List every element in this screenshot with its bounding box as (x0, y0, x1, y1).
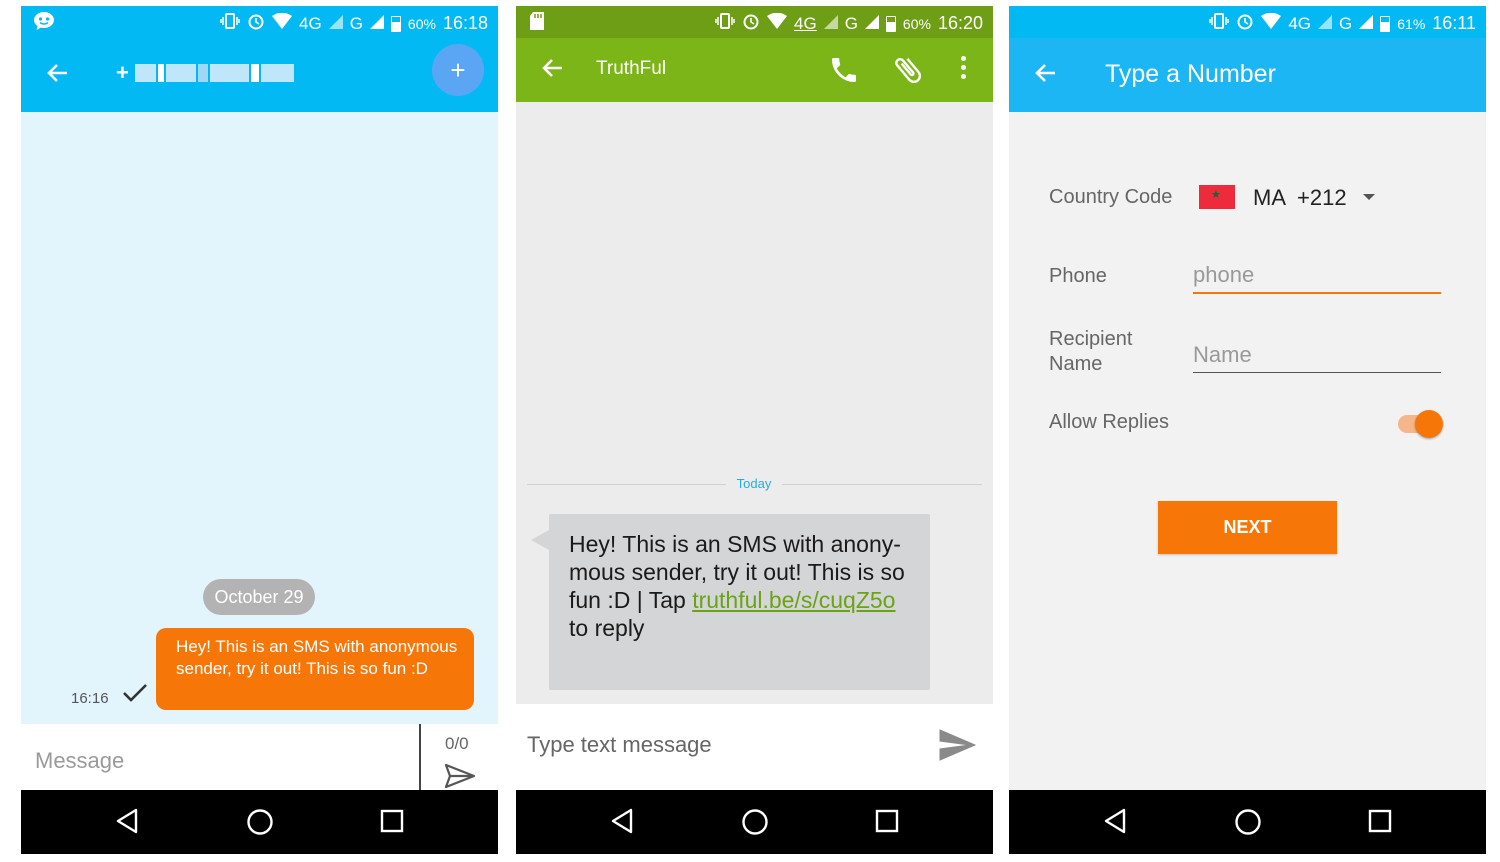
send-icon[interactable] (444, 763, 476, 793)
number-form: Country Code MA +212 Phone phone Recipie… (1009, 112, 1486, 790)
phone-field[interactable]: phone (1193, 262, 1441, 294)
status-bar: 4G G 60% 16:18 (21, 6, 498, 38)
incoming-message-bubble[interactable]: Hey! This is an SMS with anony-mous send… (531, 514, 930, 690)
message-text-end: to reply (569, 615, 645, 641)
messenger-app-icon (33, 11, 55, 36)
signal-4g-label: 4G (299, 13, 322, 33)
country-code-selector[interactable]: MA +212 (1253, 185, 1347, 211)
battery-percent: 61% (1397, 15, 1426, 32)
type-number-screen: 4G G 61% 16:11 Type a Number Country Cod… (1009, 6, 1486, 854)
cell-signal-icon-2 (864, 14, 879, 34)
recipient-name-input[interactable]: Name (1193, 342, 1441, 368)
signal-g-label: G (844, 13, 858, 33)
navigation-bar (516, 790, 993, 854)
status-time: 16:20 (937, 13, 983, 33)
add-button[interactable]: + (432, 44, 484, 96)
phone-underline (1193, 292, 1441, 294)
signal-4g-label: 4G (1288, 13, 1312, 33)
cell-signal-icon (823, 14, 838, 34)
navigation-bar (21, 790, 498, 854)
wifi-icon (272, 12, 292, 34)
sd-card-icon (528, 11, 546, 36)
nav-recents-icon[interactable] (379, 808, 405, 834)
character-counter: 0/0 (445, 734, 469, 753)
battery-icon (885, 15, 896, 32)
battery-icon (1380, 15, 1391, 32)
dropdown-caret-icon[interactable] (1363, 194, 1375, 200)
vibrate-icon (715, 13, 735, 34)
conversation-title: TruthFul (596, 58, 667, 79)
signal-g-label: G (349, 13, 363, 33)
date-chip: October 29 (203, 579, 315, 615)
allow-replies-toggle[interactable] (1398, 409, 1443, 439)
status-time: 16:11 (1432, 13, 1476, 33)
nav-home-icon[interactable] (246, 808, 274, 836)
alarm-icon (247, 12, 265, 35)
cell-signal-icon (1318, 14, 1333, 34)
app-bar: TruthFul (516, 38, 993, 102)
conversation-area: Today Hey! This is an SMS with anony-mou… (516, 102, 993, 704)
cell-signal-icon (328, 14, 343, 34)
message-time: 16:16 (71, 690, 109, 707)
nav-home-icon[interactable] (741, 808, 769, 836)
reply-link[interactable]: truthful.be/s/cuqZ5o (692, 587, 895, 613)
cell-signal-icon-2 (1359, 14, 1374, 34)
alarm-icon (1236, 12, 1254, 35)
signal-g-label: G (1339, 13, 1353, 33)
back-arrow-icon[interactable] (45, 60, 71, 91)
attachment-icon[interactable] (890, 52, 926, 93)
page-title: Type a Number (1105, 60, 1276, 88)
app-bar: Type a Number (1009, 38, 1486, 112)
composer-divider (419, 724, 421, 790)
back-arrow-icon[interactable] (540, 55, 566, 86)
nav-home-icon[interactable] (1234, 808, 1262, 836)
navigation-bar (1009, 790, 1486, 854)
back-arrow-icon[interactable] (1033, 60, 1059, 91)
phone-input[interactable]: phone (1193, 262, 1441, 288)
vibrate-icon (220, 13, 240, 34)
allow-replies-label: Allow Replies (1049, 411, 1170, 433)
phone-call-icon[interactable] (828, 54, 860, 91)
morocco-flag-icon[interactable] (1199, 185, 1235, 209)
app-bar: + + (21, 38, 498, 112)
recipient-name-label: Recipient Name (1049, 328, 1133, 375)
outgoing-message-bubble[interactable]: Hey! This is an SMS with anonymous sende… (156, 628, 474, 710)
nav-back-icon[interactable] (115, 808, 139, 834)
signal-4g-label: 4G (794, 13, 817, 33)
composer: Type text message (516, 704, 993, 790)
battery-percent: 60% (902, 15, 931, 32)
wifi-icon (767, 12, 787, 34)
more-options-icon[interactable] (961, 56, 967, 83)
day-divider-label: Today (726, 476, 782, 491)
toggle-knob (1415, 410, 1443, 438)
battery-percent: 60% (407, 15, 436, 32)
nav-back-icon[interactable] (610, 808, 634, 834)
truthful-screen: 4G G 60% 16:20 TruthFul Today Hey! This … (516, 6, 993, 854)
vibrate-icon (1209, 13, 1230, 34)
status-time: 16:18 (442, 13, 488, 33)
send-icon[interactable] (936, 724, 978, 771)
message-input[interactable]: Type text message (527, 732, 712, 758)
composer: Message 0/0 (21, 724, 498, 790)
status-bar: 4G G 60% 16:20 (516, 6, 993, 38)
message-input[interactable]: Message (35, 748, 124, 774)
messenger-screen: 4G G 60% 16:18 + + October 29 16:16 Hey!… (21, 6, 498, 854)
nav-recents-icon[interactable] (1367, 808, 1393, 834)
contact-number-pixelated: + (116, 60, 294, 85)
delivered-check-icon (122, 683, 148, 708)
wifi-icon (1261, 12, 1282, 34)
recipient-name-field[interactable]: Name (1193, 342, 1441, 373)
country-code-label: Country Code (1049, 186, 1173, 208)
battery-icon (390, 15, 401, 32)
nav-back-icon[interactable] (1103, 808, 1127, 834)
recipient-underline (1193, 372, 1441, 373)
phone-label: Phone (1049, 265, 1107, 287)
nav-recents-icon[interactable] (874, 808, 900, 834)
status-bar: 4G G 61% 16:11 (1009, 6, 1486, 38)
alarm-icon (742, 12, 760, 35)
cell-signal-icon-2 (369, 14, 384, 34)
next-button[interactable]: NEXT (1158, 501, 1337, 554)
